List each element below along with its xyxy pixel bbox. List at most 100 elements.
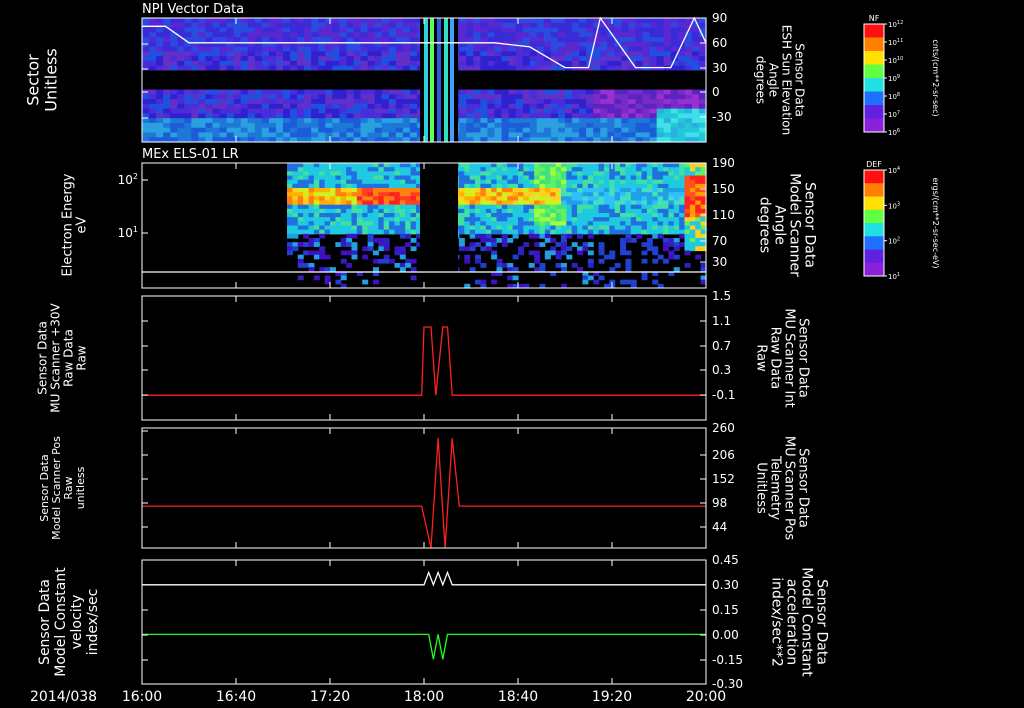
- heat-cell: [475, 213, 481, 218]
- heat-cell: [212, 27, 221, 33]
- superscript: 11: [897, 38, 903, 44]
- heat-cell: [346, 75, 355, 81]
- axis-label: Sensor DataESH Sun ElevationAngledegrees: [753, 25, 806, 135]
- heat-cell: [240, 132, 249, 138]
- heat-cell: [630, 200, 637, 206]
- heat-cell: [487, 132, 496, 138]
- heat-cell: [496, 238, 503, 243]
- heat-cell: [508, 60, 517, 67]
- heat-cell: [372, 188, 379, 193]
- heat-cell: [340, 183, 347, 189]
- heat-cell: [325, 113, 333, 119]
- heat-cell: [395, 80, 404, 86]
- heat-cell: [353, 113, 362, 119]
- heat-cell: [679, 208, 686, 214]
- heat-cell: [625, 179, 632, 185]
- heat-cell: [557, 113, 566, 119]
- heat-cell: [149, 46, 157, 52]
- heat-cell: [625, 167, 632, 172]
- heat-cell: [240, 103, 249, 110]
- heat-cell: [566, 217, 573, 222]
- heat-cell: [689, 233, 696, 239]
- heat-cell: [459, 108, 467, 114]
- heat-cell: [515, 70, 524, 76]
- heat-cell: [351, 188, 358, 193]
- heat-cell: [163, 132, 171, 138]
- heat-cell: [149, 41, 157, 48]
- heat-cell: [191, 37, 199, 43]
- heat-cell: [367, 175, 374, 181]
- heat-cell: [381, 65, 390, 72]
- heat-cell: [663, 204, 669, 210]
- heat-cell: [313, 217, 320, 222]
- heat-cell: [684, 225, 691, 231]
- heat-cell: [679, 229, 686, 235]
- heat-cell: [268, 99, 277, 105]
- heat-cell: [367, 118, 376, 124]
- heat-cell: [283, 84, 291, 91]
- heat-cell: [560, 179, 567, 185]
- heat-cell: [557, 80, 566, 86]
- heat-cell: [673, 225, 680, 231]
- heat-cell: [389, 258, 396, 264]
- heat-cell: [522, 32, 531, 38]
- heat-cell: [507, 275, 514, 281]
- heat-cell: [177, 108, 185, 114]
- heat-cell: [261, 56, 270, 62]
- heat-cell: [378, 246, 385, 252]
- heat-cell: [340, 275, 347, 281]
- heat-cell: [652, 171, 659, 177]
- heat-cell: [522, 70, 531, 76]
- heat-cell: [663, 132, 672, 138]
- heat-cell: [283, 27, 291, 33]
- heat-cell: [642, 80, 651, 86]
- heat-cell: [339, 65, 348, 72]
- heat-cell: [625, 250, 632, 256]
- heat-cell: [313, 208, 320, 214]
- heat-cell: [402, 75, 411, 81]
- heat-cell: [600, 37, 608, 43]
- heat-cell: [469, 200, 476, 206]
- heat-cell: [529, 108, 538, 114]
- heat-cell: [689, 188, 696, 193]
- axis-label: Sensor DataMU Scanner PosTelemetryUnitle…: [753, 436, 810, 541]
- heat-cell: [184, 18, 192, 24]
- heat-cell: [544, 200, 551, 206]
- heat-cell: [572, 75, 580, 81]
- heat-cell: [170, 113, 178, 119]
- heat-cell: [684, 46, 693, 52]
- heat-cell: [673, 192, 680, 197]
- heat-cell: [287, 188, 293, 193]
- heat-cell: [652, 258, 659, 264]
- heat-cell: [691, 80, 700, 86]
- heat-cell: [508, 94, 517, 100]
- heat-cell: [261, 132, 270, 138]
- heat-cell: [508, 18, 517, 24]
- heat-cell: [536, 41, 545, 48]
- heat-cell: [170, 18, 178, 24]
- heat-cell: [332, 89, 340, 95]
- heat-cell: [399, 254, 406, 260]
- heat-cell: [603, 221, 610, 227]
- heat-cell: [409, 84, 418, 91]
- heat-cell: [677, 51, 686, 57]
- heat-cell: [405, 233, 412, 239]
- heat-cell: [351, 196, 358, 202]
- heat-cell: [496, 171, 503, 177]
- heat-cell: [346, 179, 353, 185]
- heat-cell: [410, 208, 417, 214]
- heat-cell: [550, 27, 559, 33]
- heat-cell: [402, 103, 411, 110]
- heat-cell: [149, 70, 157, 76]
- heat-cell: [378, 167, 385, 172]
- heat-cell: [156, 118, 164, 124]
- heat-cell: [512, 254, 519, 260]
- heat-cell: [571, 200, 578, 206]
- heat-cell: [544, 175, 551, 181]
- heat-cell: [261, 32, 270, 38]
- heat-cell: [372, 229, 379, 235]
- colorbar-tick-label: 109: [888, 74, 900, 83]
- heat-cell: [156, 75, 164, 81]
- heat-cell: [598, 175, 605, 181]
- heat-cell: [534, 183, 541, 189]
